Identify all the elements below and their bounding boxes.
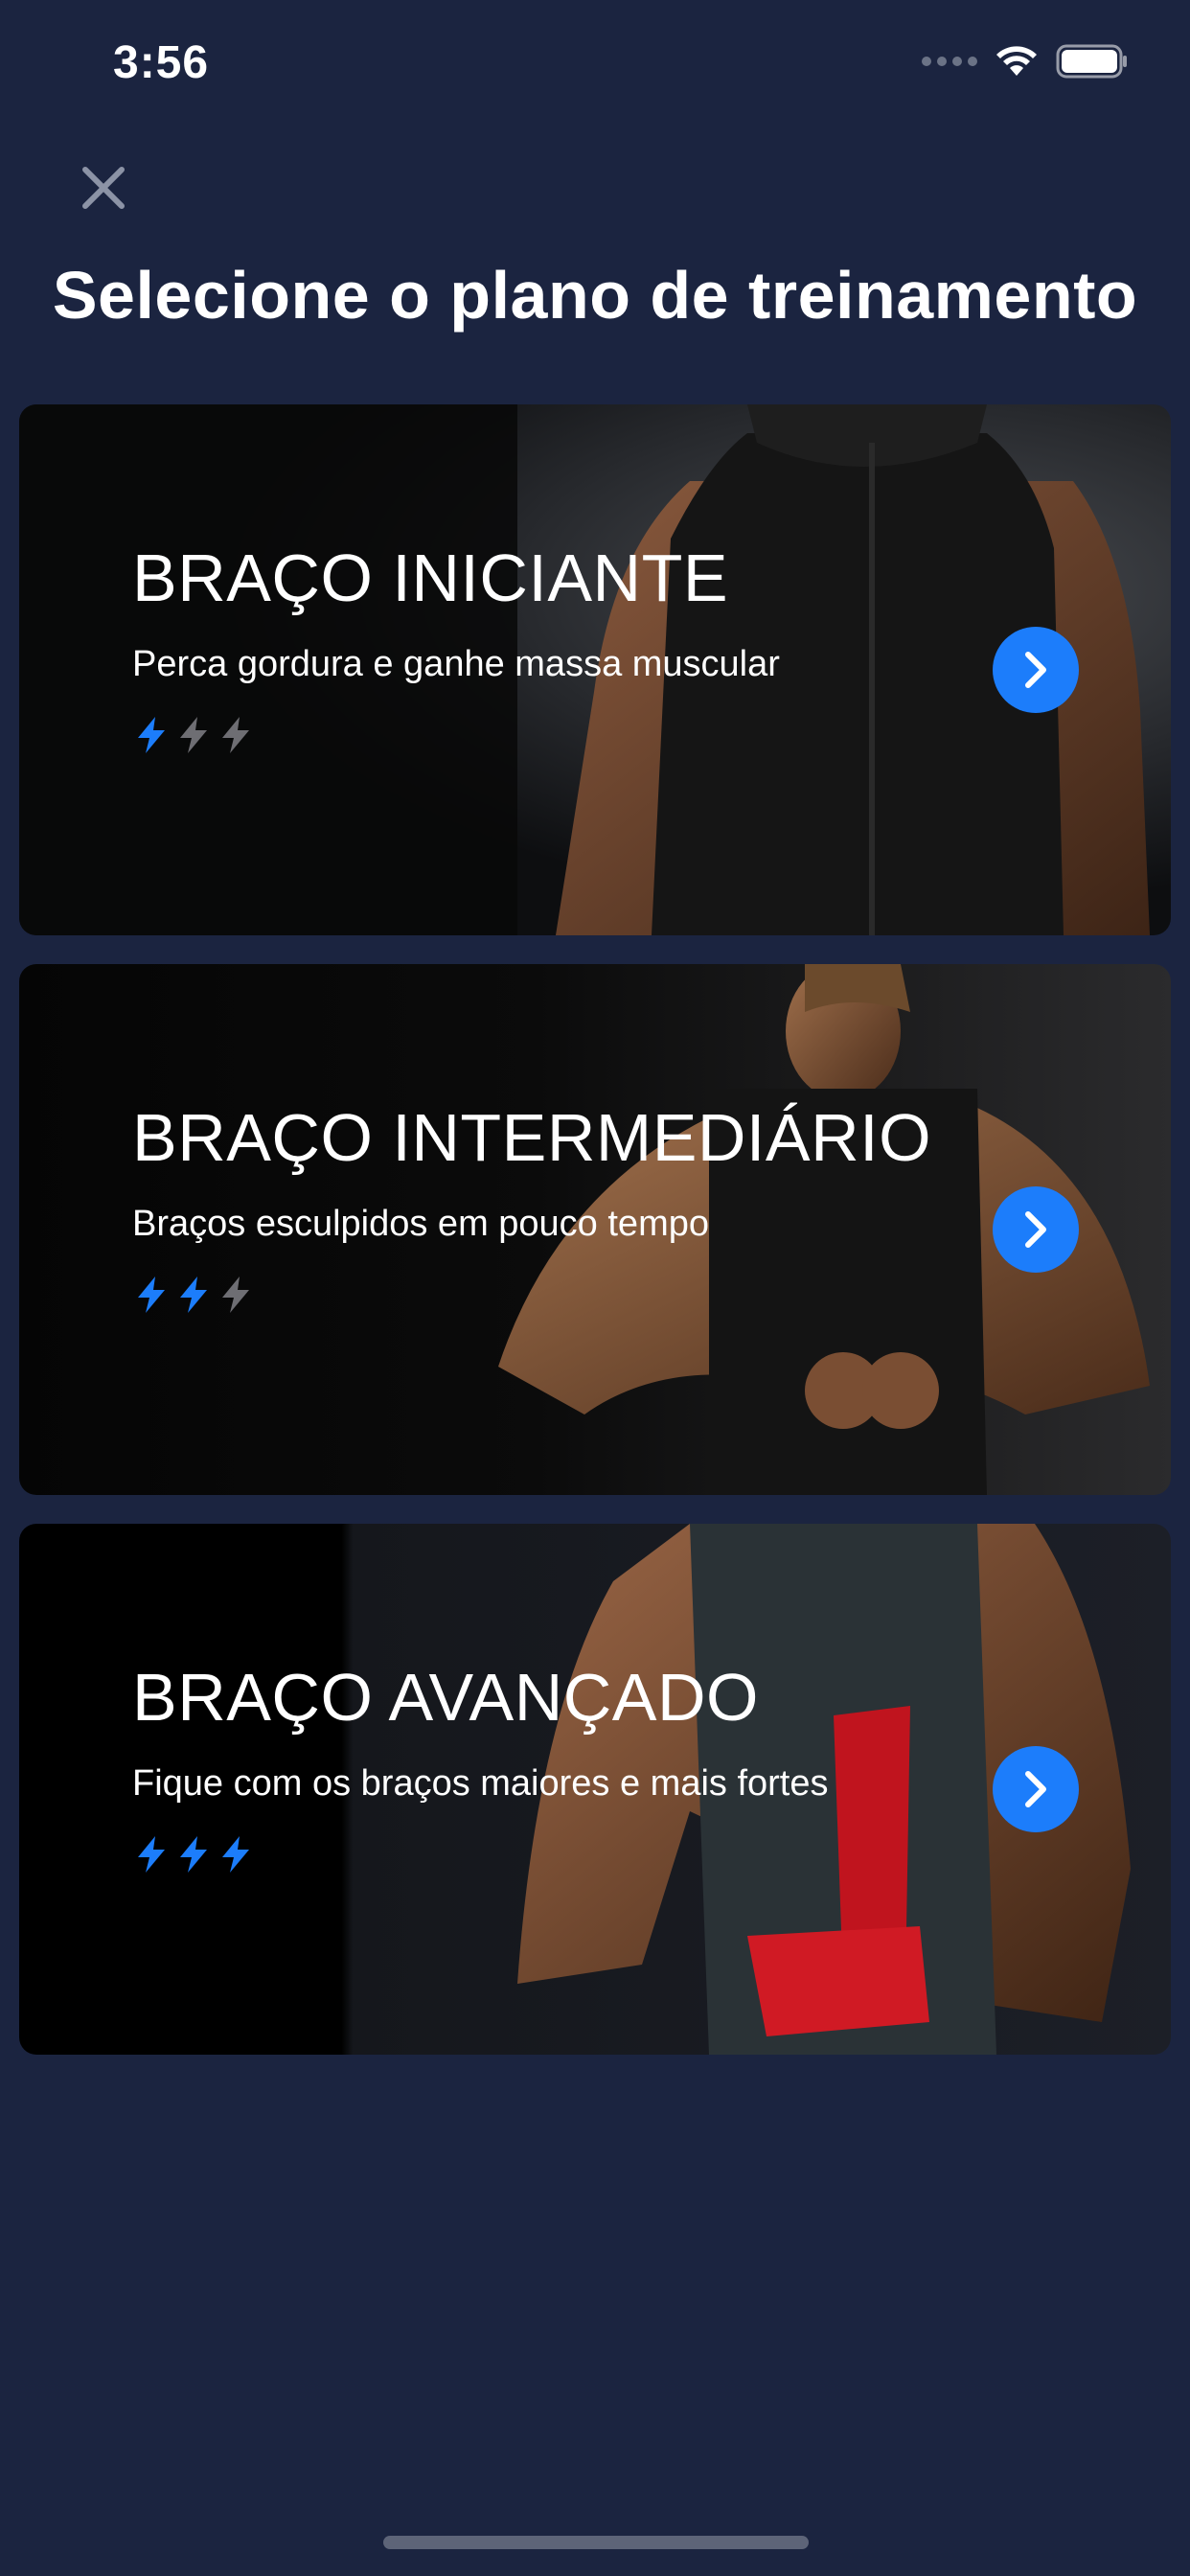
battery-icon xyxy=(1056,44,1127,79)
open-plan-button[interactable] xyxy=(993,627,1079,713)
lightning-bolt-icon xyxy=(217,715,255,755)
plan-text-advanced: BRAÇO AVANÇADO Fique com os braços maior… xyxy=(132,1664,995,1874)
lightning-bolt-icon xyxy=(217,1834,255,1874)
status-time: 3:56 xyxy=(113,37,210,88)
plan-list: BRAÇO INICIANTE Perca gordura e ganhe ma… xyxy=(19,404,1171,2083)
chevron-right-icon xyxy=(1025,1211,1046,1248)
plan-subtitle: Braços esculpidos em pouco tempo xyxy=(132,1204,709,1244)
plan-title: BRAÇO INICIANTE xyxy=(132,540,729,615)
open-plan-button[interactable] xyxy=(993,1746,1079,1832)
cellular-signal-icon xyxy=(922,57,977,66)
plan-card-advanced[interactable]: BRAÇO AVANÇADO Fique com os braços maior… xyxy=(19,1524,1171,2055)
difficulty-rating xyxy=(132,1275,995,1315)
open-plan-button[interactable] xyxy=(993,1186,1079,1273)
lightning-bolt-icon xyxy=(174,1834,213,1874)
plan-subtitle: Perca gordura e ganhe massa muscular xyxy=(132,644,780,684)
close-button[interactable] xyxy=(69,153,138,222)
plan-subtitle: Fique com os braços maiores e mais forte… xyxy=(132,1763,829,1804)
lightning-bolt-icon xyxy=(132,1834,171,1874)
plan-text-beginner: BRAÇO INICIANTE Perca gordura e ganhe ma… xyxy=(132,544,995,755)
lightning-bolt-icon xyxy=(132,715,171,755)
chevron-right-icon xyxy=(1025,652,1046,688)
lightning-bolt-icon xyxy=(217,1275,255,1315)
plan-title: BRAÇO AVANÇADO xyxy=(132,1660,759,1735)
page-title: Selecione o plano de treinamento xyxy=(52,258,1138,333)
status-bar: 3:56 xyxy=(0,0,1190,126)
plan-card-intermediate[interactable]: BRAÇO INTERMEDIÁRIO Braços esculpidos em… xyxy=(19,964,1171,1495)
difficulty-rating xyxy=(132,715,995,755)
plan-title: BRAÇO INTERMEDIÁRIO xyxy=(132,1100,932,1175)
difficulty-rating xyxy=(132,1834,995,1874)
close-icon xyxy=(82,167,125,209)
plan-text-intermediate: BRAÇO INTERMEDIÁRIO Braços esculpidos em… xyxy=(132,1104,995,1315)
lightning-bolt-icon xyxy=(132,1275,171,1315)
status-icons xyxy=(922,44,1129,79)
wifi-icon xyxy=(996,46,1037,76)
chevron-right-icon xyxy=(1025,1771,1046,1807)
home-indicator[interactable] xyxy=(383,2536,809,2549)
lightning-bolt-icon xyxy=(174,1275,213,1315)
plan-card-beginner[interactable]: BRAÇO INICIANTE Perca gordura e ganhe ma… xyxy=(19,404,1171,935)
lightning-bolt-icon xyxy=(174,715,213,755)
